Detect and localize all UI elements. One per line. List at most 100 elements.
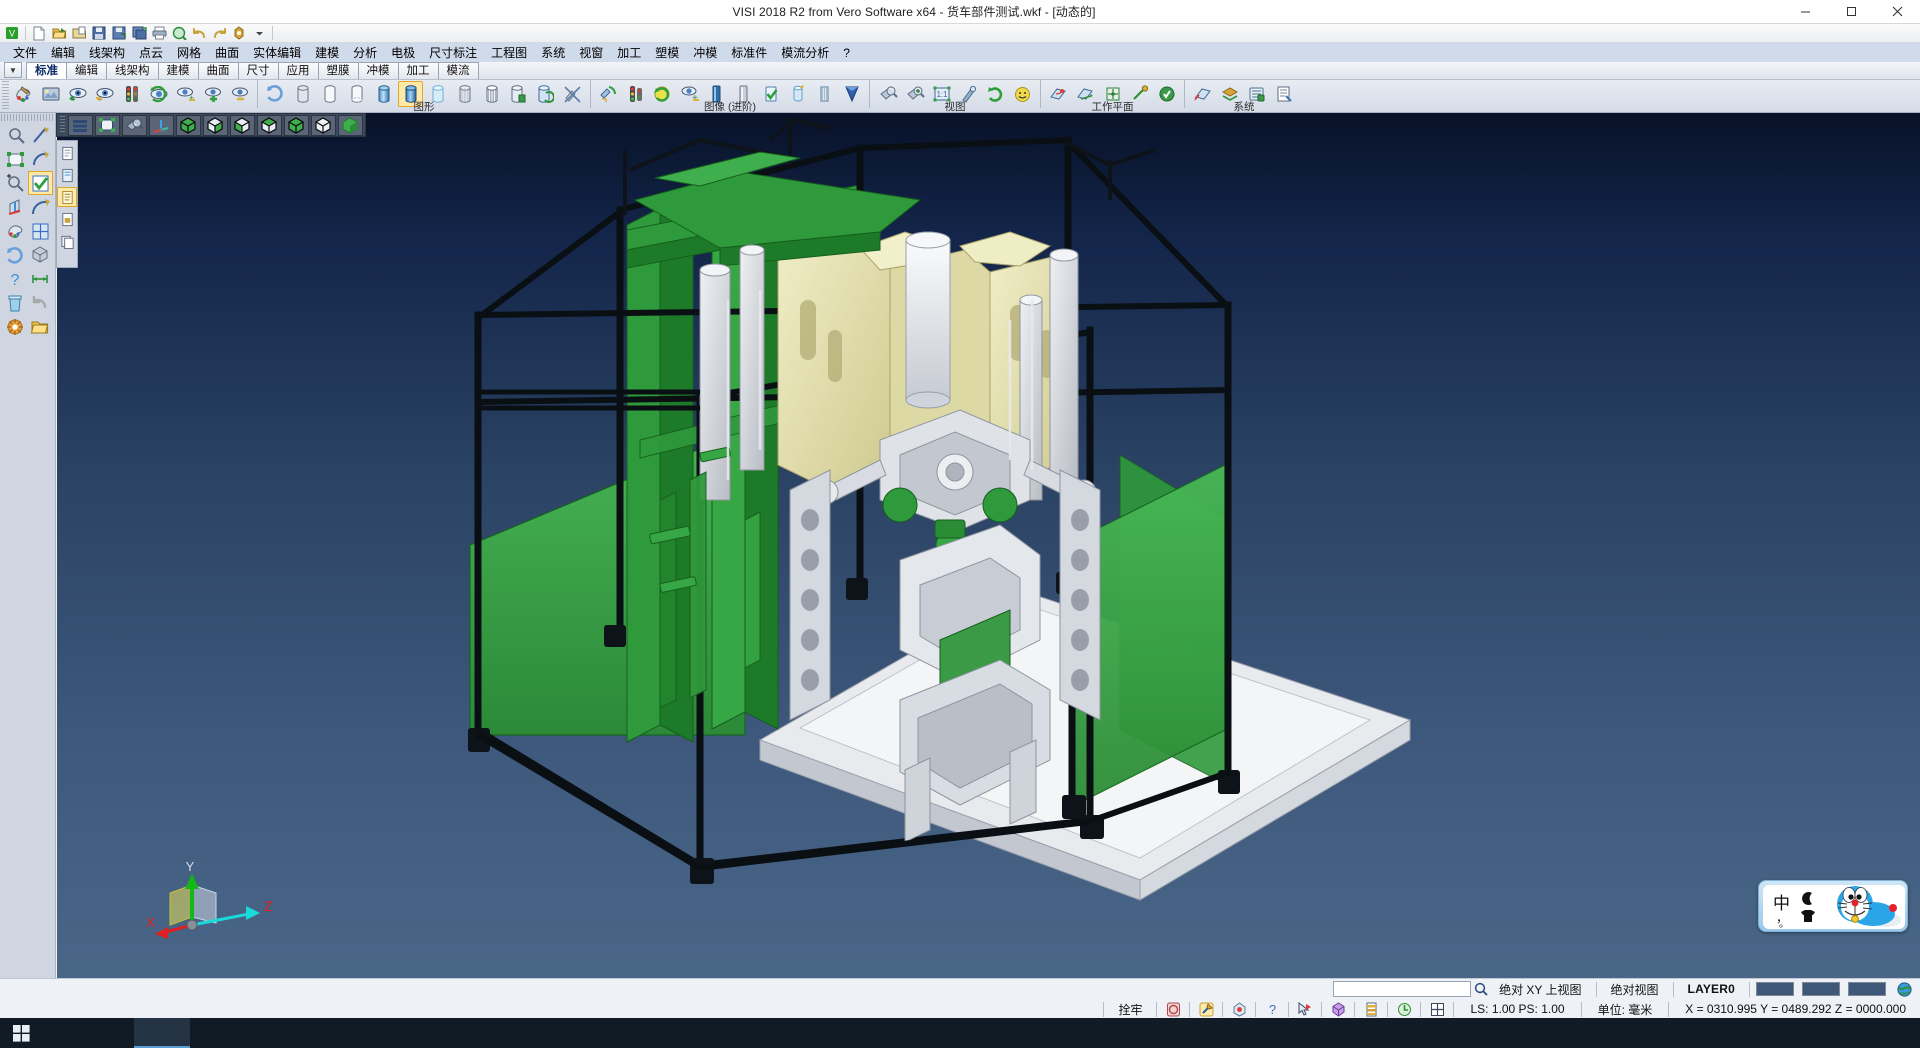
menu-item-10[interactable]: 尺寸标注 [422,43,484,62]
status-snap-label[interactable]: 拴牢 [1110,1001,1150,1018]
view-list-icon[interactable] [68,115,93,136]
menu-item-13[interactable]: 视窗 [572,43,610,62]
toggle-visibility-icon[interactable]: + [173,81,198,107]
layer-lock-icon[interactable] [57,209,77,229]
layer-active-icon[interactable] [57,187,77,207]
taskbar-visi[interactable] [134,1018,190,1048]
layer-page-icon[interactable] [57,143,77,163]
menu-item-18[interactable]: 模流分析 [774,43,836,62]
view-iso5-icon[interactable] [284,115,309,136]
palette-color-icon[interactable] [3,219,28,243]
menu-item-2[interactable]: 线架构 [82,43,132,62]
ribbon-tab-1[interactable]: 编辑 [66,62,107,79]
ime-skin-shirt-icon[interactable] [1799,910,1817,928]
snap-layer-icon[interactable] [1361,1000,1381,1018]
undo-icon[interactable] [189,24,209,42]
menu-item-4[interactable]: 网格 [170,43,208,62]
menu-item-7[interactable]: 建模 [308,43,346,62]
view-zoom-icon[interactable] [122,115,147,136]
open-recent-icon[interactable] [69,24,89,42]
properties-icon[interactable] [229,24,249,42]
taskbar-explorer[interactable] [94,1018,134,1048]
taskbar-search-icon[interactable] [42,1018,58,1048]
save-icon[interactable] [89,24,109,42]
save-all-icon[interactable] [129,24,149,42]
menu-item-5[interactable]: 曲面 [208,43,246,62]
menu-item-19[interactable]: ? [836,45,857,61]
status-view-type[interactable]: 绝对视图 [1603,981,1667,998]
menu-item-15[interactable]: 塑模 [648,43,686,62]
ribbon-tab-2[interactable]: 线架构 [106,62,159,79]
help-query-icon[interactable]: ? [3,267,28,291]
magnifier-icon[interactable] [1471,980,1491,998]
view-iso2-icon[interactable] [203,115,228,136]
status-color-swatch-3[interactable] [1848,982,1886,996]
layer-visible-icon[interactable] [57,165,77,185]
show-entity-icon[interactable] [65,81,90,107]
windows-start-icon[interactable] [0,1018,42,1048]
snap-point-icon[interactable] [1229,1000,1249,1018]
status-layer[interactable]: LAYER0 [1680,982,1743,996]
undo-arrow-icon[interactable] [28,291,53,315]
ribbon-gripper[interactable] [2,81,9,110]
3d-viewport[interactable]: Y Z X 中 ， 。 [57,113,1920,998]
print-preview-icon[interactable] [169,24,189,42]
snap-circle-icon[interactable] [1163,1000,1183,1018]
remove-visible-icon[interactable] [227,81,252,107]
menu-item-16[interactable]: 冲模 [686,43,724,62]
draw-line-icon[interactable] [28,123,53,147]
status-color-swatch-1[interactable] [1756,982,1794,996]
status-units[interactable]: 单位: 毫米 [1588,1001,1663,1018]
edit-curve-icon[interactable] [28,195,53,219]
doraemon-icon[interactable] [1829,884,1901,932]
maximize-button[interactable] [1828,0,1874,24]
ribbon-expand-arrow-icon[interactable]: ▼ [4,62,22,78]
hide-entity-icon[interactable] [92,81,117,107]
status-color-swatch-2[interactable] [1802,982,1840,996]
menu-item-0[interactable]: 文件 [6,43,44,62]
select-box-icon[interactable] [3,147,28,171]
view-fit-icon[interactable] [95,115,120,136]
axis-move-icon[interactable] [3,195,28,219]
refresh-tool-icon[interactable] [3,243,28,267]
ribbon-tab-10[interactable]: 模流 [438,62,479,79]
status-search-input[interactable] [1333,981,1471,997]
ribbon-tab-5[interactable]: 尺寸 [238,62,279,79]
color-palette-icon[interactable] [11,81,36,107]
menu-item-3[interactable]: 点云 [132,43,170,62]
dimension-icon[interactable] [28,267,53,291]
snap-grid-icon[interactable] [1427,1000,1447,1018]
traffic-light-icon[interactable] [119,81,144,107]
add-visible-icon[interactable] [200,81,225,107]
ribbon-tab-4[interactable]: 曲面 [198,62,239,79]
zoom-plus-icon[interactable] [3,171,28,195]
save-as-icon[interactable] [109,24,129,42]
redo-icon[interactable] [209,24,229,42]
open-folder-icon[interactable] [28,315,53,339]
menu-item-6[interactable]: 实体编辑 [246,43,308,62]
snap-cursor-icon[interactable] [1295,1000,1315,1018]
grid-plane-icon[interactable] [28,219,53,243]
print-icon[interactable] [149,24,169,42]
menu-item-1[interactable]: 编辑 [44,43,82,62]
snap-solid-icon[interactable] [1328,1000,1348,1018]
draw-arc-icon[interactable] [28,147,53,171]
overflow-chevron-icon[interactable] [249,24,269,42]
confirm-check-icon[interactable] [28,171,53,195]
close-button[interactable] [1874,0,1920,24]
open-file-icon[interactable] [49,24,69,42]
layer-copy-icon[interactable] [57,231,77,251]
ribbon-tab-0[interactable]: 标准 [26,62,67,79]
menu-item-12[interactable]: 系统 [534,43,572,62]
ribbon-tab-7[interactable]: 塑膜 [318,62,359,79]
view-axis-icon[interactable] [149,115,174,136]
snap-query-icon[interactable]: ? [1262,1000,1282,1018]
menu-item-14[interactable]: 加工 [610,43,648,62]
ribbon-tab-6[interactable]: 应用 [278,62,319,79]
view-iso1-icon[interactable] [176,115,201,136]
menu-item-8[interactable]: 分析 [346,43,384,62]
new-file-icon[interactable] [29,24,49,42]
visi-logo-icon[interactable]: V [2,24,22,42]
view-iso3-icon[interactable] [230,115,255,136]
ime-floating-bar[interactable]: 中 ， 。 [1758,880,1908,932]
